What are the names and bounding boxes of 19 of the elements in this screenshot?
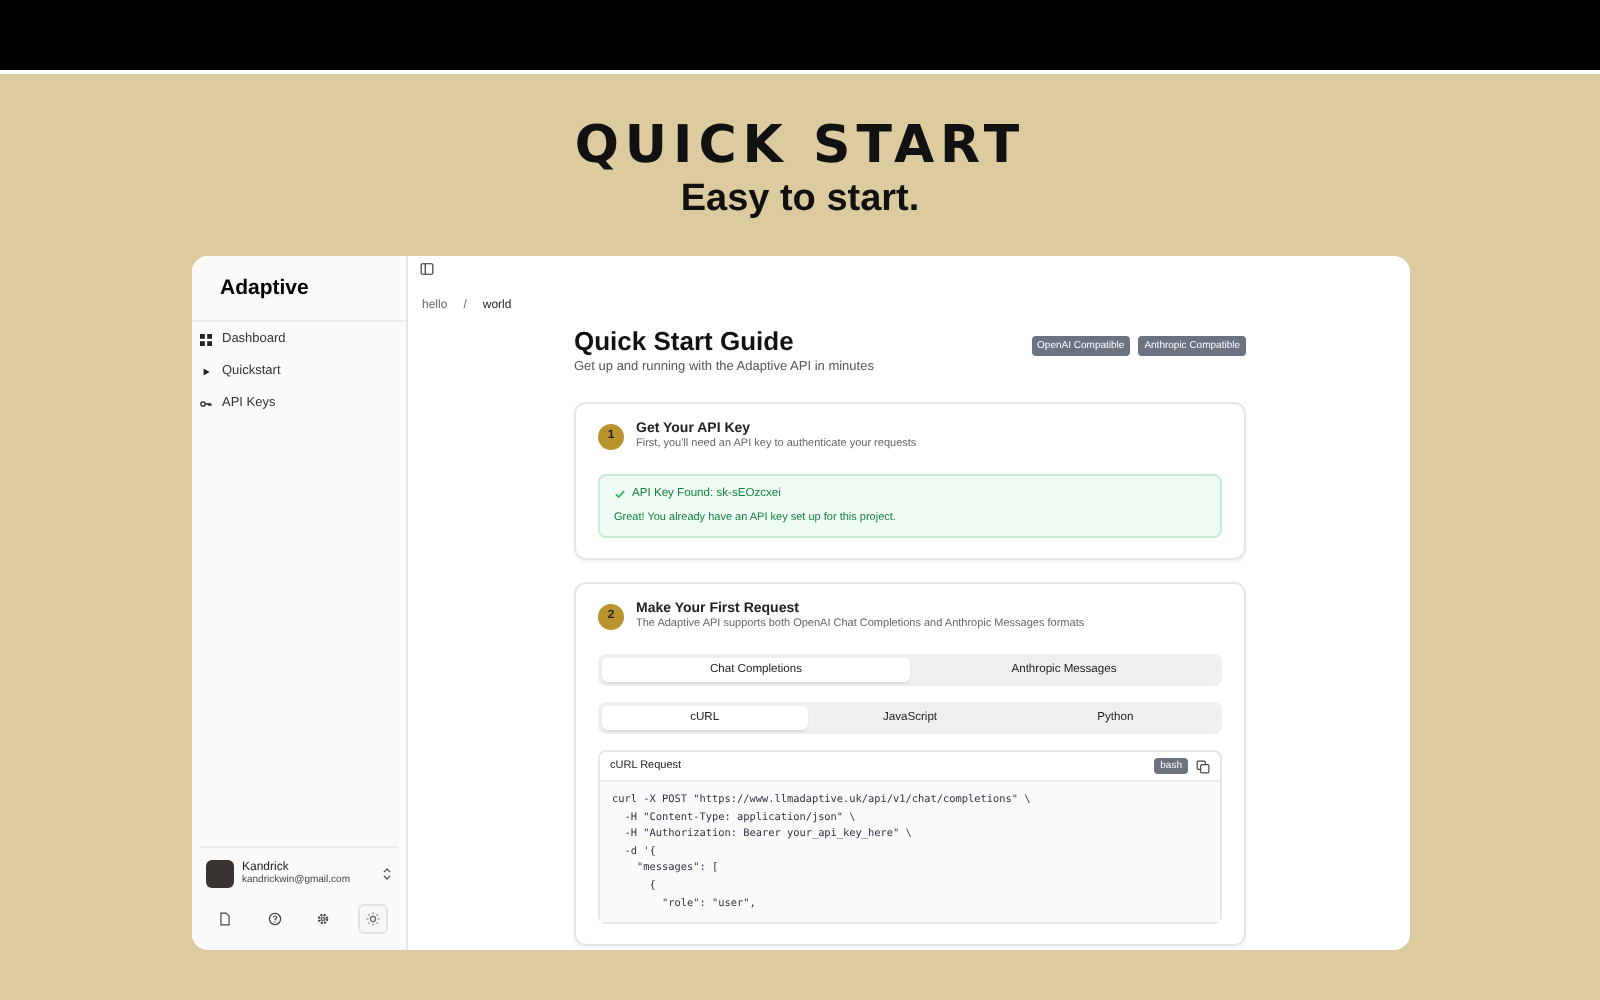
copy-icon — [1196, 759, 1210, 773]
play-icon — [200, 365, 212, 377]
guide-title: Quick Start Guide — [574, 326, 796, 356]
document-icon — [217, 912, 232, 926]
help-icon — [267, 912, 282, 926]
key-icon — [200, 397, 212, 409]
page-title: QUICK START — [572, 116, 1028, 176]
logo: Adaptive — [192, 256, 406, 322]
sun-icon — [366, 912, 381, 926]
copy-button[interactable] — [1196, 759, 1210, 773]
settings-icon — [316, 912, 331, 926]
sidebar-toggle-button[interactable] — [420, 262, 434, 276]
page-subtitle: Easy to start. — [678, 176, 922, 224]
chevrons-icon — [382, 866, 392, 882]
theme-button[interactable] — [358, 904, 389, 934]
grid-icon — [200, 333, 212, 345]
check-icon — [614, 488, 626, 500]
avatar-placeholder — [206, 860, 234, 888]
sidebar-toggle-icon — [420, 262, 434, 276]
